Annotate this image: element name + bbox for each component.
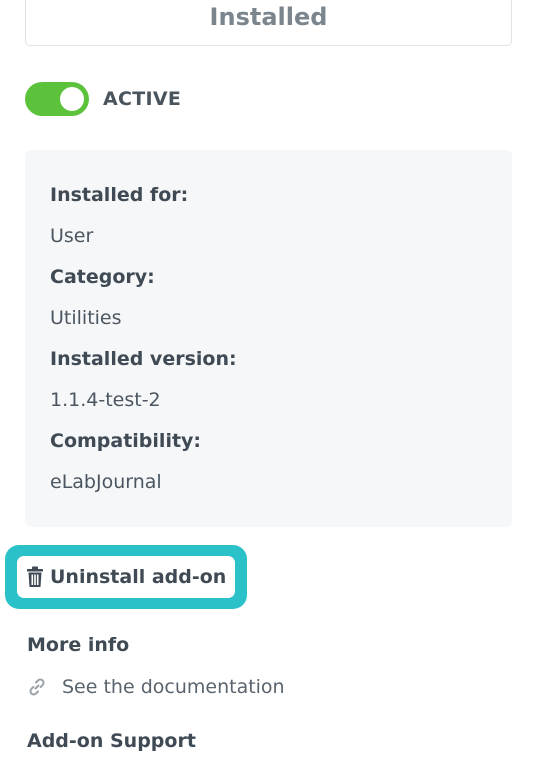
- uninstall-button[interactable]: Uninstall add-on: [17, 556, 235, 598]
- link-icon: [29, 678, 45, 696]
- compatibility-value: eLabJournal: [50, 471, 162, 493]
- compatibility-label: Compatibility:: [50, 430, 202, 452]
- category-value: Utilities: [50, 307, 122, 329]
- installed-button[interactable]: Installed: [25, 0, 512, 46]
- more-info-title: More info: [27, 634, 130, 656]
- uninstall-label: Uninstall add-on: [50, 566, 227, 588]
- documentation-link[interactable]: See the documentation: [27, 676, 285, 698]
- status-label: ACTIVE: [103, 88, 182, 110]
- installed-for-label: Installed for:: [50, 184, 189, 206]
- installed-version-label: Installed version:: [50, 348, 237, 370]
- category-label: Category:: [50, 266, 155, 288]
- info-panel: Installed for: User Category: Utilities …: [25, 150, 512, 527]
- installed-button-label: Installed: [209, 3, 328, 31]
- addon-support-title: Add-on Support: [27, 730, 196, 752]
- installed-for-value: User: [50, 225, 94, 247]
- toggle-knob: [60, 87, 84, 111]
- trash-icon: [27, 566, 43, 587]
- installed-version-value: 1.1.4-test-2: [50, 389, 161, 411]
- documentation-link-label: See the documentation: [62, 676, 285, 698]
- active-toggle[interactable]: [25, 82, 89, 116]
- status-row: ACTIVE: [25, 82, 181, 116]
- addon-details-panel: Installed ACTIVE Installed for: User Cat…: [0, 0, 536, 763]
